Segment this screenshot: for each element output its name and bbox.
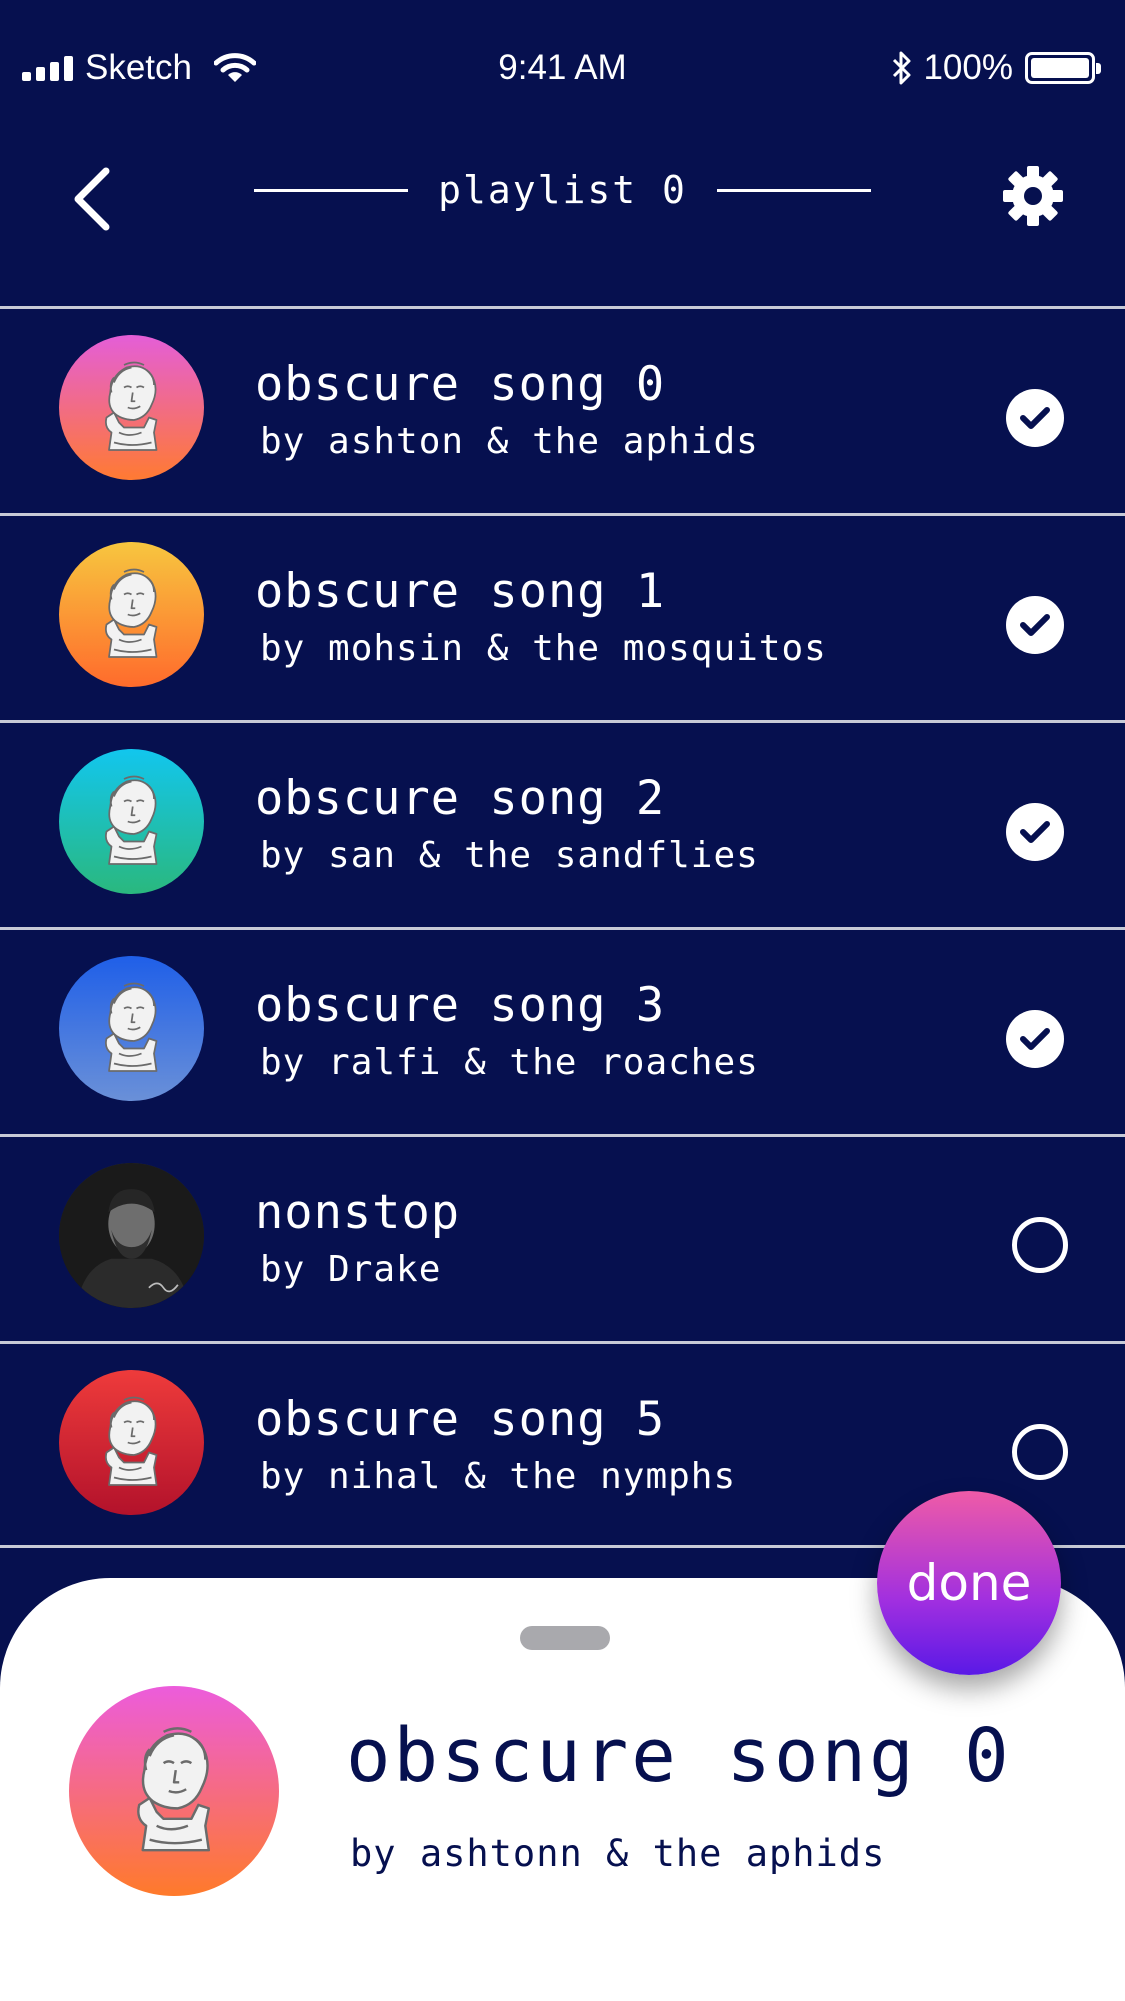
song-title: nonstop xyxy=(255,1185,461,1240)
checkmark-icon xyxy=(1020,1028,1050,1050)
album-art xyxy=(59,1370,204,1515)
album-art xyxy=(59,542,204,687)
song-artist: by ralfi & the roaches xyxy=(260,1042,759,1083)
checkmark-selected-toggle[interactable] xyxy=(1006,1010,1064,1068)
statue-bust-icon xyxy=(137,1727,211,1852)
song-row[interactable]: obscure song 3 by ralfi & the roaches xyxy=(0,927,1125,1134)
circle-unselected-toggle[interactable] xyxy=(1012,1217,1068,1273)
song-title: obscure song 0 xyxy=(255,357,666,412)
album-art xyxy=(59,1163,204,1308)
settings-button[interactable] xyxy=(995,158,1071,234)
statue-bust-icon xyxy=(105,1396,158,1486)
battery-icon xyxy=(1025,52,1101,84)
song-list: obscure song 0 by ashton & the aphids ob… xyxy=(0,306,1125,1548)
song-artist: by Drake xyxy=(260,1249,442,1290)
now-playing-artist: by ashtonn & the aphids xyxy=(350,1832,886,1875)
bluetooth-icon xyxy=(893,51,911,85)
circle-unselected-toggle[interactable] xyxy=(1012,1424,1068,1480)
done-label: done xyxy=(906,1554,1032,1612)
song-title: obscure song 3 xyxy=(255,978,666,1033)
album-art xyxy=(59,335,204,480)
album-art xyxy=(59,956,204,1101)
gear-icon xyxy=(1003,166,1063,226)
artist-photo-icon xyxy=(59,1163,204,1308)
done-button[interactable]: done xyxy=(877,1491,1061,1675)
song-row[interactable]: obscure song 1 by mohsin & the mosquitos xyxy=(0,513,1125,720)
header: playlist 0 xyxy=(0,140,1125,308)
title-divider-right xyxy=(716,188,871,192)
title-wrap: playlist 0 xyxy=(0,160,1125,220)
song-artist: by ashton & the aphids xyxy=(260,421,759,462)
song-title: obscure song 2 xyxy=(255,771,666,826)
checkmark-icon xyxy=(1020,614,1050,636)
statue-bust-icon xyxy=(105,775,158,865)
song-row[interactable]: nonstop by Drake xyxy=(0,1134,1125,1341)
album-art xyxy=(59,749,204,894)
checkmark-icon xyxy=(1020,821,1050,843)
song-artist: by mohsin & the mosquitos xyxy=(260,628,827,669)
battery-percent: 100% xyxy=(923,48,1013,87)
song-title: obscure song 5 xyxy=(255,1392,666,1447)
song-row[interactable]: obscure song 2 by san & the sandflies xyxy=(0,720,1125,927)
checkmark-icon xyxy=(1020,407,1050,429)
title-divider-left xyxy=(254,188,409,192)
checkmark-selected-toggle[interactable] xyxy=(1006,596,1064,654)
page-title: playlist 0 xyxy=(438,168,687,212)
checkmark-selected-toggle[interactable] xyxy=(1006,803,1064,861)
statue-bust-icon xyxy=(105,982,158,1072)
song-title: obscure song 1 xyxy=(255,564,666,619)
song-artist: by san & the sandflies xyxy=(260,835,759,876)
sheet-handle[interactable] xyxy=(520,1626,610,1650)
now-playing-title: obscure song 0 xyxy=(346,1713,1012,1799)
checkmark-selected-toggle[interactable] xyxy=(1006,389,1064,447)
song-row[interactable]: obscure song 0 by ashton & the aphids xyxy=(0,306,1125,513)
statue-bust-icon xyxy=(105,361,158,451)
statue-bust-icon xyxy=(105,568,158,658)
status-right: 100% xyxy=(891,44,1101,92)
status-bar: Sketch 9:41 AM 100% xyxy=(0,0,1125,140)
song-artist: by nihal & the nymphs xyxy=(260,1456,737,1497)
now-playing-album-art xyxy=(69,1686,279,1896)
